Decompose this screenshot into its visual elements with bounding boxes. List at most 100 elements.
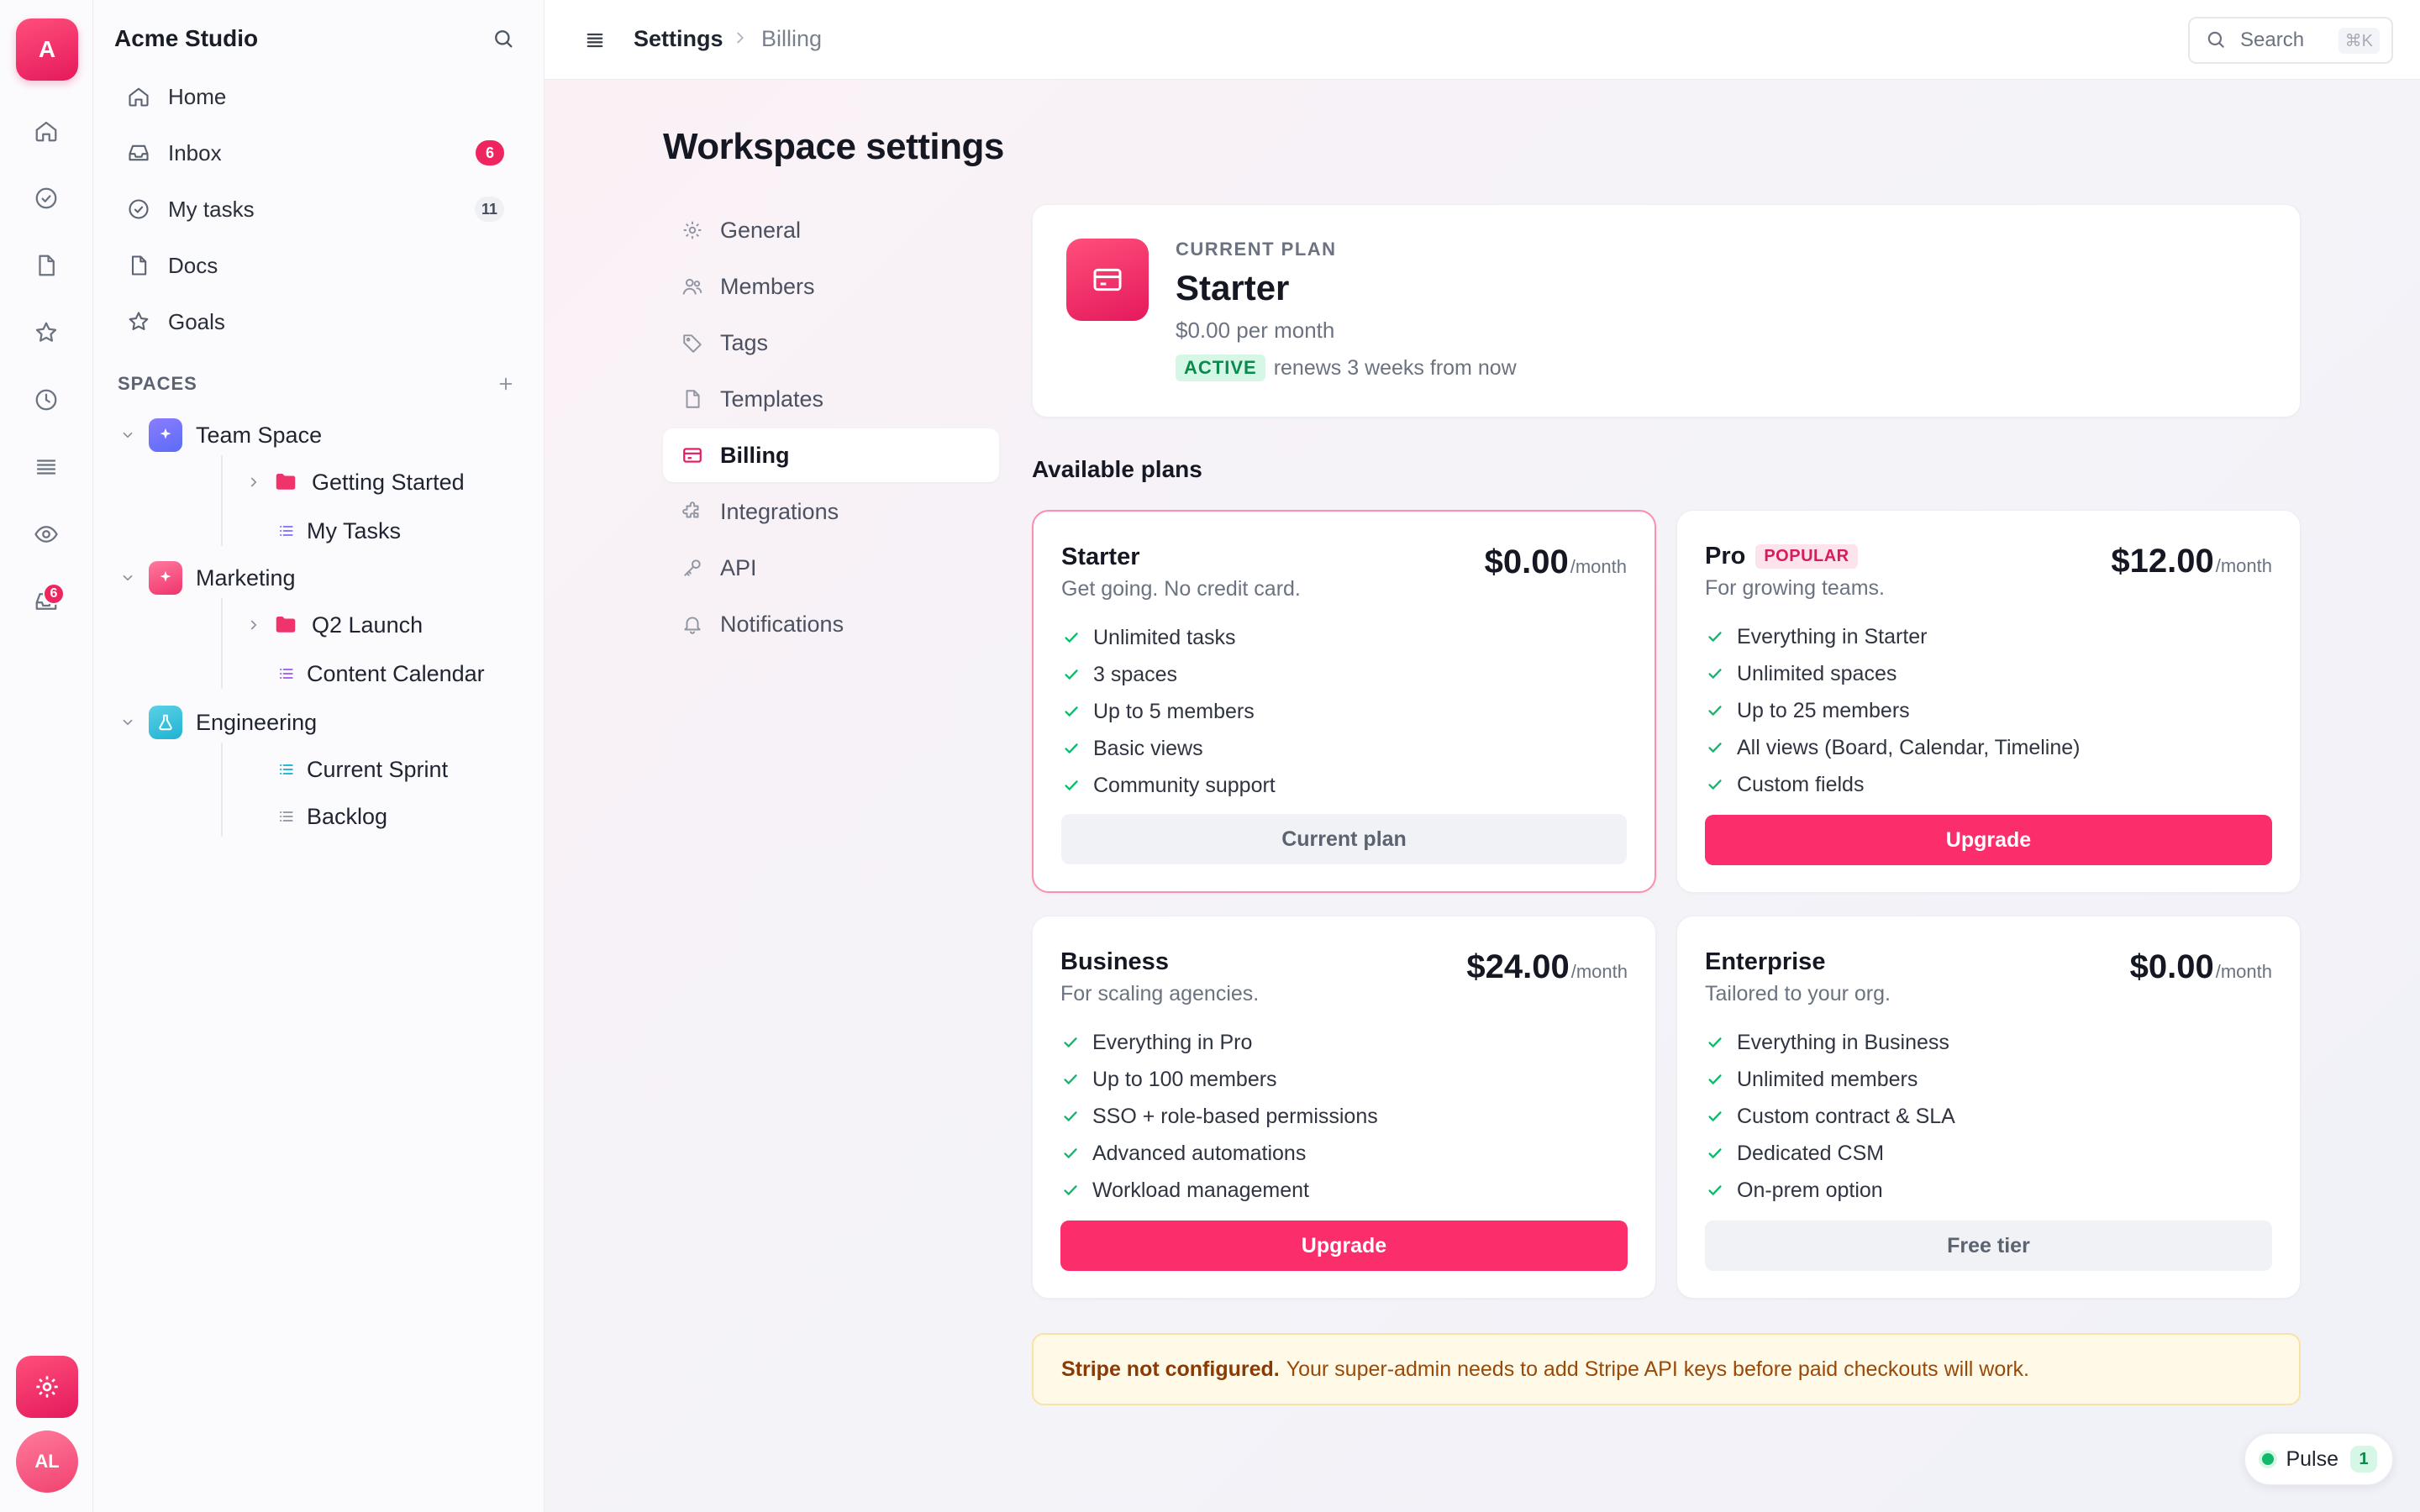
space-team-space[interactable]: Team Space: [117, 415, 322, 455]
upgrade-button[interactable]: Upgrade: [1705, 815, 2272, 865]
document-icon: [124, 251, 153, 280]
sidebar-item-my-tasks[interactable]: My tasks 11: [114, 186, 518, 233]
current-plan-status: ACTIVE renews 3 weeks from now: [1176, 354, 1517, 381]
workspace-avatar[interactable]: A: [16, 18, 78, 81]
document-icon[interactable]: [26, 245, 66, 286]
star-icon[interactable]: [26, 312, 66, 353]
folder-q2-launch[interactable]: Q2 Launch: [243, 605, 423, 645]
sidebar-item-home[interactable]: Home: [114, 73, 518, 120]
flask-icon: [149, 706, 182, 739]
pulse-widget[interactable]: Pulse 1: [2244, 1433, 2393, 1485]
sidebar-item-docs[interactable]: Docs: [114, 242, 518, 289]
icon-rail: A 6 AL: [0, 0, 93, 1512]
user-avatar[interactable]: AL: [16, 1431, 78, 1493]
space-label: Engineering: [196, 709, 318, 735]
sidebar: Acme Studio Home Inbox 6 My tasks 11 Doc…: [93, 0, 544, 1512]
settings-item-members[interactable]: Members: [663, 260, 999, 313]
global-search[interactable]: Search ⌘K: [2188, 17, 2393, 64]
workspace-name[interactable]: Acme Studio: [114, 25, 258, 52]
list-content-calendar[interactable]: Content Calendar: [276, 654, 485, 694]
sidebar-item-goals[interactable]: Goals: [114, 298, 518, 345]
folder-icon: [271, 468, 300, 496]
check-icon: [1060, 1069, 1081, 1089]
home-icon[interactable]: [26, 111, 66, 151]
sidebar-item-label: Home: [168, 83, 227, 109]
feature-item: Everything in Business: [1705, 1024, 1955, 1061]
check-icon: [1060, 1106, 1081, 1126]
plan-name: Starter: [1061, 543, 1140, 570]
list-backlog[interactable]: Backlog: [276, 796, 387, 837]
list-current-sprint[interactable]: Current Sprint: [276, 749, 448, 790]
chevron-right-icon[interactable]: [243, 614, 265, 636]
settings-button[interactable]: [16, 1356, 78, 1418]
plan-card-pro: Pro POPULAR For growing teams. $12.00/mon…: [1676, 510, 2301, 893]
settings-item-notifications[interactable]: Notifications: [663, 597, 999, 651]
check-icon: [1060, 1032, 1081, 1053]
list-my-tasks[interactable]: My Tasks: [276, 511, 401, 551]
list-icon: [276, 806, 297, 827]
chevron-right-icon[interactable]: [243, 471, 265, 493]
tasks-count-badge: 11: [474, 197, 504, 222]
check-icon: [1705, 774, 1725, 795]
current-plan-price: $0.00 per month: [1176, 318, 1335, 343]
settings-item-label: Tags: [720, 329, 769, 355]
check-icon: [1061, 701, 1081, 722]
feature-item: Everything in Starter: [1705, 618, 2081, 655]
top-bar: Settings Billing Search ⌘K: [544, 0, 2420, 80]
feature-list: Everything in Pro Up to 100 members SSO …: [1060, 1024, 1378, 1209]
space-marketing[interactable]: Marketing: [117, 558, 296, 598]
feature-item: Everything in Pro: [1060, 1024, 1378, 1061]
free-tier-button[interactable]: Free tier: [1705, 1221, 2272, 1271]
check-icon: [1061, 627, 1081, 648]
space-engineering[interactable]: Engineering: [117, 702, 317, 743]
list-icon: [276, 759, 297, 780]
search-icon[interactable]: [488, 24, 518, 54]
breadcrumb-settings[interactable]: Settings: [634, 26, 723, 52]
pulse-label: Pulse: [2286, 1446, 2338, 1471]
clock-icon[interactable]: [26, 380, 66, 420]
tag-icon: [680, 330, 705, 355]
renewal-text: renews 3 weeks from now: [1273, 355, 1517, 380]
folder-getting-started[interactable]: Getting Started: [243, 462, 465, 502]
stack-icon[interactable]: [26, 447, 66, 487]
sidebar-item-label: My tasks: [168, 196, 255, 222]
plan-name: Enterprise: [1705, 948, 1826, 975]
upgrade-button[interactable]: Upgrade: [1060, 1221, 1628, 1271]
settings-item-templates[interactable]: Templates: [663, 372, 999, 426]
sidebar-item-inbox[interactable]: Inbox 6: [114, 129, 518, 176]
spaces-heading: SPACES: [118, 373, 197, 394]
home-icon: [124, 82, 153, 111]
plan-price: $12.00/month: [2111, 543, 2272, 580]
page-title: Workspace settings: [663, 126, 1004, 167]
chevron-down-icon[interactable]: [117, 424, 139, 446]
eye-icon[interactable]: [26, 514, 66, 554]
menu-icon[interactable]: [580, 25, 610, 55]
settings-item-billing[interactable]: Billing: [663, 428, 999, 482]
settings-item-tags[interactable]: Tags: [663, 316, 999, 370]
inbox-icon: [124, 139, 153, 167]
plan-price: $24.00/month: [1466, 948, 1628, 985]
current-plan-button[interactable]: Current plan: [1061, 814, 1627, 864]
check-circle-icon[interactable]: [26, 178, 66, 218]
settings-item-general[interactable]: General: [663, 203, 999, 257]
plan-card-starter: Starter Get going. No credit card. $0.00…: [1032, 510, 1656, 893]
settings-item-api[interactable]: API: [663, 541, 999, 595]
chevron-down-icon[interactable]: [117, 567, 139, 589]
bell-icon: [680, 612, 705, 637]
check-icon: [1061, 775, 1081, 795]
settings-item-integrations[interactable]: Integrations: [663, 485, 999, 538]
feature-item: On-prem option: [1705, 1172, 1955, 1209]
status-badge: ACTIVE: [1176, 354, 1265, 381]
feature-list: Unlimited tasks 3 spaces Up to 5 members…: [1061, 619, 1276, 804]
credit-card-icon: [1066, 239, 1149, 321]
feature-item: Unlimited tasks: [1061, 619, 1276, 656]
puzzle-icon: [680, 499, 705, 524]
chevron-down-icon[interactable]: [117, 711, 139, 733]
folder-icon: [271, 611, 300, 639]
add-space-icon[interactable]: [493, 371, 518, 396]
inbox-icon[interactable]: 6: [26, 581, 66, 622]
search-shortcut: ⌘K: [2338, 27, 2380, 54]
check-icon: [1705, 1180, 1725, 1200]
settings-item-label: Templates: [720, 386, 824, 412]
check-icon: [1705, 701, 1725, 721]
